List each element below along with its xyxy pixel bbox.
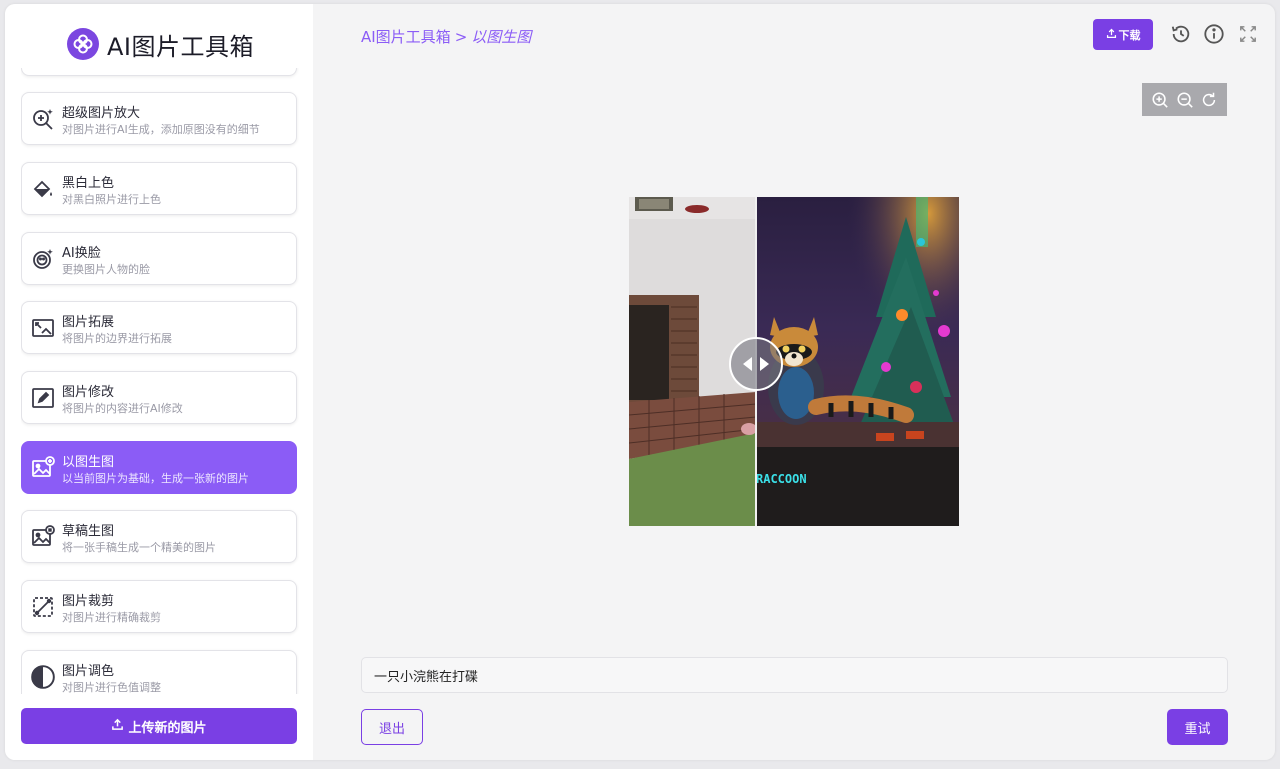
tool-card-faceswap[interactable]: AI换脸 更换图片人物的脸 bbox=[21, 232, 297, 285]
upload-icon bbox=[111, 718, 124, 735]
tool-title: 草稿生图 bbox=[62, 524, 115, 539]
tool-title: 超级图片放大 bbox=[62, 106, 141, 121]
tool-card-color[interactable]: 图片调色 对图片进行色值调整 bbox=[21, 650, 297, 694]
tool-card-sketch[interactable]: 草稿生图 将一张手稿生成一个精美的图片 bbox=[21, 510, 297, 563]
breadcrumb: AI图片工具箱 > 以图生图 bbox=[361, 26, 531, 47]
tool-desc: 将图片的边界进行拓展 bbox=[62, 332, 172, 345]
download-button[interactable]: 下载 bbox=[1093, 19, 1153, 50]
download-label: 下载 bbox=[1118, 28, 1141, 42]
retry-button[interactable]: 重试 bbox=[1167, 709, 1228, 745]
zoom-toolbar bbox=[1142, 83, 1227, 116]
tool-desc: 对黑白照片进行上色 bbox=[62, 193, 161, 206]
generated-image-text: RACCOON bbox=[756, 472, 807, 486]
breadcrumb-root[interactable]: AI图片工具箱 bbox=[361, 28, 451, 46]
tool-desc: 将图片的内容进行AI修改 bbox=[62, 402, 183, 415]
prompt-input[interactable]: 一只小浣熊在打碟 bbox=[361, 657, 1228, 693]
tool-card-upscale[interactable]: 超级图片放大 对图片进行AI生成，添加原图没有的细节 bbox=[21, 92, 297, 145]
download-icon bbox=[1106, 28, 1117, 42]
breadcrumb-separator: > bbox=[454, 28, 468, 46]
tool-card-crop[interactable]: 图片裁剪 对图片进行精确裁剪 bbox=[21, 580, 297, 633]
app-window: AI图片工具箱 超级图片放大 对图片进行AI生成，添加原图没有的细节 黑白上色 … bbox=[5, 4, 1275, 760]
compare-slider-handle[interactable] bbox=[729, 337, 783, 391]
tool-title: 图片拓展 bbox=[62, 315, 115, 330]
image-compare-viewer[interactable]: RACCOON bbox=[629, 197, 959, 526]
upload-button-label: 上传新的图片 bbox=[128, 720, 207, 736]
tool-desc: 对图片进行精确裁剪 bbox=[62, 611, 161, 624]
tool-desc: 将一张手稿生成一个精美的图片 bbox=[62, 541, 216, 554]
image-edit-icon bbox=[30, 385, 56, 411]
tool-card-expand[interactable]: 图片拓展 将图片的边界进行拓展 bbox=[21, 301, 297, 354]
image-to-image-icon bbox=[30, 455, 56, 481]
face-swap-icon bbox=[30, 246, 56, 272]
sidebar: AI图片工具箱 超级图片放大 对图片进行AI生成，添加原图没有的细节 黑白上色 … bbox=[5, 4, 313, 760]
tool-card-partial[interactable] bbox=[21, 68, 297, 76]
tool-title: 以图生图 bbox=[62, 455, 115, 470]
tool-card-edit[interactable]: 图片修改 将图片的内容进行AI修改 bbox=[21, 371, 297, 424]
upload-new-image-button[interactable]: 上传新的图片 bbox=[21, 708, 297, 744]
color-adjust-icon bbox=[30, 664, 56, 690]
tool-title: 图片调色 bbox=[62, 664, 115, 679]
image-expand-icon bbox=[30, 315, 56, 341]
info-icon[interactable] bbox=[1202, 22, 1226, 46]
logo-icon bbox=[67, 28, 99, 60]
fullscreen-icon[interactable] bbox=[1236, 22, 1260, 46]
app-title: AI图片工具箱 bbox=[107, 32, 254, 61]
brand: AI图片工具箱 bbox=[67, 26, 254, 62]
tool-card-colorize[interactable]: 黑白上色 对黑白照片进行上色 bbox=[21, 162, 297, 215]
paint-bucket-icon bbox=[30, 176, 56, 202]
reset-rotate-icon[interactable] bbox=[1199, 90, 1219, 110]
zoom-out-icon[interactable] bbox=[1175, 90, 1195, 110]
zoom-in-icon[interactable] bbox=[1150, 90, 1170, 110]
zoom-plus-sparkle-icon bbox=[30, 106, 56, 132]
tool-desc: 以当前图片为基础，生成一张新的图片 bbox=[62, 472, 249, 485]
tool-list[interactable]: 超级图片放大 对图片进行AI生成，添加原图没有的细节 黑白上色 对黑白照片进行上… bbox=[21, 68, 299, 694]
tool-title: 图片裁剪 bbox=[62, 594, 115, 609]
crop-icon bbox=[30, 594, 56, 620]
exit-button[interactable]: 退出 bbox=[361, 709, 423, 745]
tool-desc: 更换图片人物的脸 bbox=[62, 263, 150, 276]
tool-title: 图片修改 bbox=[62, 385, 115, 400]
tool-desc: 对图片进行色值调整 bbox=[62, 681, 161, 694]
sketch-to-image-icon bbox=[30, 524, 56, 550]
tool-title: 黑白上色 bbox=[62, 176, 115, 191]
tool-desc: 对图片进行AI生成，添加原图没有的细节 bbox=[62, 123, 260, 136]
tool-card-img2img[interactable]: 以图生图 以当前图片为基础，生成一张新的图片 bbox=[21, 441, 297, 494]
tool-title: AI换脸 bbox=[62, 246, 101, 261]
generated-image: RACCOON bbox=[756, 197, 959, 526]
history-icon[interactable] bbox=[1169, 22, 1193, 46]
breadcrumb-current: 以图生图 bbox=[471, 28, 532, 46]
